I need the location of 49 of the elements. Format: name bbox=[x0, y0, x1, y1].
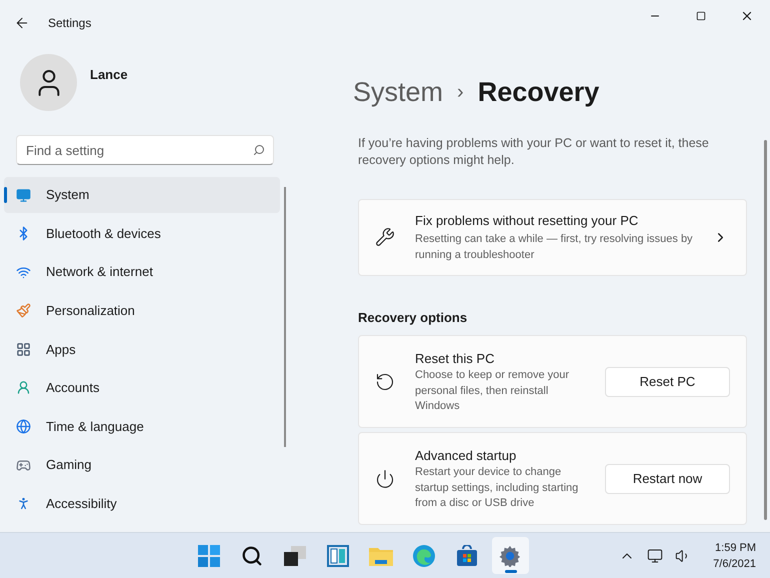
monitor-icon bbox=[16, 188, 31, 202]
page-title: Recovery bbox=[478, 76, 600, 109]
user-name: Lance bbox=[90, 66, 128, 84]
apps-grid-icon bbox=[16, 342, 31, 357]
fix-problems-card[interactable]: Fix problems without resetting your PC Resetting can take a while — first, try resolving issues by running a troubleshooter bbox=[358, 198, 747, 276]
breadcrumb-link[interactable]: System bbox=[353, 72, 444, 112]
section-title: Recovery options bbox=[358, 308, 468, 327]
option-title: Reset this PC bbox=[415, 350, 496, 368]
person-icon bbox=[16, 380, 31, 396]
task-view-icon bbox=[284, 546, 306, 566]
globe-icon bbox=[16, 419, 31, 434]
card-description: Resetting can take a while — first, try resolving issues by running a troubleshooter bbox=[415, 232, 694, 263]
sidebar-item[interactable]: Accessibility bbox=[4, 486, 280, 522]
sidebar-item[interactable]: Time & language bbox=[4, 408, 280, 445]
intro-text: If you’re having problems with your PC or want to reset it, these recovery options might help. bbox=[358, 134, 710, 168]
gear-icon bbox=[499, 544, 522, 566]
option-button[interactable]: Restart now bbox=[605, 464, 730, 494]
breadcrumb-separator: › bbox=[457, 80, 464, 106]
sidebar-item[interactable]: Accounts bbox=[4, 370, 280, 406]
sidebar-item[interactable]: Apps bbox=[4, 331, 280, 368]
gamepad-icon bbox=[16, 458, 31, 473]
card-title: Fix problems without resetting your PC bbox=[415, 212, 640, 230]
close-icon bbox=[740, 9, 754, 23]
wrench-icon bbox=[375, 227, 395, 247]
widgets-icon bbox=[327, 544, 350, 566]
search-icon bbox=[253, 144, 265, 156]
search-icon bbox=[241, 544, 264, 566]
window-title: Settings bbox=[48, 15, 92, 32]
maximize-icon bbox=[696, 11, 706, 21]
store-bag-icon bbox=[456, 544, 478, 566]
browser-icon bbox=[413, 544, 436, 566]
option-description: Restart your device to change startup settings, including starting from a disc or USB drive bbox=[415, 465, 580, 511]
sidebar-item[interactable]: System bbox=[4, 177, 280, 213]
wifi-icon bbox=[16, 264, 31, 280]
folder-icon bbox=[369, 546, 394, 566]
option-title: Advanced startup bbox=[415, 446, 518, 465]
power-icon bbox=[375, 468, 395, 488]
paintbrush-icon bbox=[16, 303, 31, 318]
option-description: Choose to keep or remove your personal files, then reinstall Windows bbox=[415, 368, 570, 414]
sidebar-item[interactable]: Bluetooth & devices bbox=[4, 216, 280, 252]
windows-logo-icon bbox=[198, 544, 220, 566]
sidebar-item[interactable]: Personalization bbox=[4, 292, 280, 329]
reset-icon bbox=[375, 372, 395, 392]
sidebar-item[interactable]: Network & internet bbox=[4, 254, 280, 290]
clock[interactable]: 1:59 PM 7/6/2021 bbox=[713, 540, 756, 572]
search-field[interactable]: Find a setting bbox=[16, 135, 274, 165]
sidebar-item[interactable]: Gaming bbox=[4, 447, 280, 484]
accessibility-icon bbox=[16, 496, 31, 512]
option-button[interactable]: Reset PC bbox=[605, 366, 730, 396]
